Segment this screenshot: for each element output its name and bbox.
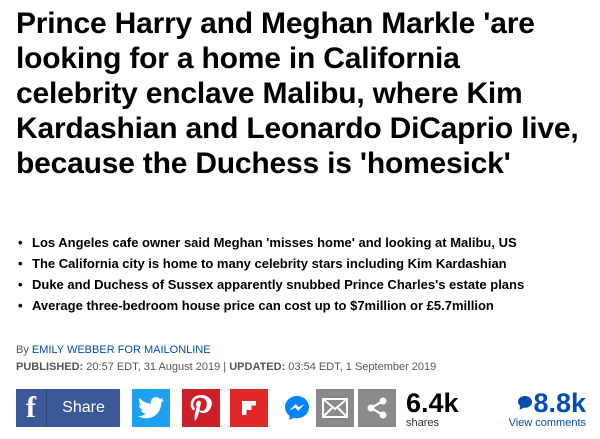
bullet-item: • Average three-bedroom house price can c… [18,298,494,313]
comment-bubble-icon [517,395,533,411]
byline: By EMILY WEBBER FOR MAILONLINE [16,344,211,356]
facebook-share-button[interactable]: f Share [16,389,120,427]
messenger-share-button[interactable] [278,389,316,427]
share-bar: f Share 6.4k shares 8.8k View comments [16,389,586,429]
comments-link[interactable]: 8.8k View comments [492,389,586,429]
messenger-icon [283,394,311,422]
bullet-item: • The California city is home to many cel… [18,256,507,271]
bullet-dot: • [18,298,23,313]
publish-dates: PUBLISHED: 20:57 EDT, 31 August 2019 | U… [16,361,436,373]
updated-date: 03:54 EDT, 1 September 2019 [288,361,437,373]
email-share-button[interactable] [316,389,354,427]
facebook-share-label: Share [62,399,105,416]
bullet-dot: • [18,256,23,271]
twitter-share-button[interactable] [132,389,170,427]
date-separator: | [223,361,227,373]
share-count-label: shares [406,417,440,429]
flipboard-icon [238,397,260,419]
pinterest-icon [189,395,213,421]
more-share-button[interactable] [358,389,396,427]
pinterest-share-button[interactable] [182,389,220,427]
updated-label: UPDATED: [229,361,286,373]
author-link[interactable]: EMILY WEBBER FOR MAILONLINE [32,344,211,356]
summary-bullets: • Los Angeles cafe owner said Meghan 'mis… [16,234,586,318]
twitter-icon [138,397,164,419]
bullet-item: • Los Angeles cafe owner said Meghan 'mis… [18,235,517,250]
headline: Prince Harry and Meghan Markle 'are look… [16,7,579,180]
byline-prefix: By [16,344,29,356]
share-icon [365,396,389,420]
bullet-dot: • [18,277,23,292]
bullet-item: • Duke and Duchess of Sussex apparently s… [18,277,525,292]
published-label: PUBLISHED: [16,361,84,373]
article-header: Prince Harry and Meghan Markle 'are look… [0,0,600,439]
view-comments-label[interactable]: View comments [492,417,586,429]
email-icon [322,398,348,418]
flipboard-share-button[interactable] [230,389,268,427]
facebook-icon: f [26,391,36,424]
share-count: 6.4k shares [406,389,476,429]
comment-count-value: 8.8k [533,388,586,418]
bullet-dot: • [18,235,23,250]
share-count-value: 6.4k [406,388,459,418]
published-date: 20:57 EDT, 31 August 2019 [86,361,221,373]
